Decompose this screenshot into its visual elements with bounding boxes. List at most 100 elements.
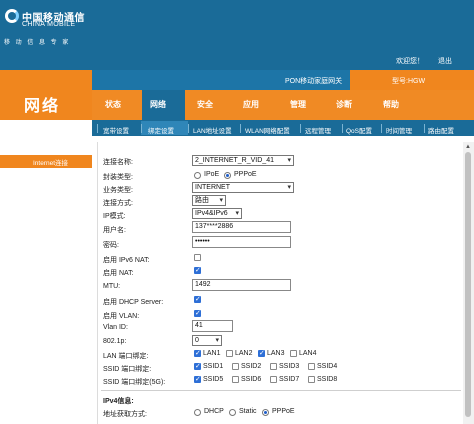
lan4-label: LAN4 <box>299 350 317 357</box>
subnav-separator <box>141 124 142 133</box>
vlan-id-input[interactable]: 41 <box>192 320 233 332</box>
ssid6-checkbox[interactable] <box>232 376 239 383</box>
password-label: 密码: <box>103 242 119 249</box>
ssid5g-binding-label: SSID 端口绑定(5G): <box>103 379 166 386</box>
lan1-checkbox[interactable] <box>194 349 201 357</box>
subnav-qos[interactable]: QoS配置 <box>346 125 372 135</box>
encap-type-label: 封装类型: <box>103 174 133 181</box>
china-mobile-logo-icon <box>5 9 19 23</box>
dhcp-server-label: 启用 DHCP Server: <box>103 299 164 306</box>
connection-name-select[interactable]: 2_INTERNET_R_VID_41 <box>192 155 294 166</box>
gateway-type: PON移动家庭网关 <box>285 78 343 85</box>
addr-pppoe-label: PPPoE <box>272 408 295 415</box>
ipv6-nat-label: 启用 IPv6 NAT: <box>103 257 150 264</box>
lan3-checkbox[interactable] <box>258 349 265 357</box>
lan-binding-label: LAN 端口绑定: <box>103 353 149 360</box>
vlan-label: 启用 VLAN: <box>103 313 140 320</box>
mtu-label: MTU: <box>103 283 121 290</box>
ssid4-checkbox[interactable] <box>308 363 315 370</box>
logout-link[interactable]: 退出 <box>438 56 452 66</box>
addr-dhcp-label: DHCP <box>204 408 224 415</box>
lan1-label: LAN1 <box>203 350 221 357</box>
subnav-separator <box>381 124 382 133</box>
encap-pppoe-radio[interactable] <box>224 172 231 179</box>
dot1p-label: 802.1p: <box>103 338 127 345</box>
username-label: 用户名: <box>103 227 126 234</box>
addr-dhcp-radio[interactable] <box>194 409 201 416</box>
ssid5-checkbox[interactable] <box>194 375 201 383</box>
ssid8-label: SSID8 <box>317 376 338 383</box>
nav-network[interactable]: 网络 <box>150 99 166 110</box>
lan2-checkbox[interactable] <box>226 350 233 357</box>
ssid4-label: SSID4 <box>317 363 338 370</box>
dot1p-select[interactable]: 0 <box>192 335 222 346</box>
ssid3-label: SSID3 <box>279 363 300 370</box>
addr-pppoe-radio[interactable] <box>262 409 269 416</box>
password-input[interactable]: •••••• <box>192 236 291 248</box>
subnav-separator <box>342 124 343 133</box>
ssid2-label: SSID2 <box>241 363 262 370</box>
subnav-separator <box>97 124 98 133</box>
service-type-select[interactable]: INTERNET <box>192 182 294 193</box>
brand-name-en: CHINA MOBILE <box>22 21 76 28</box>
nav-manage[interactable]: 管理 <box>290 99 306 110</box>
addr-mode-label: 地址获取方式: <box>103 411 147 418</box>
lan2-label: LAN2 <box>235 350 253 357</box>
connection-mode-select[interactable]: 路由 <box>192 195 226 206</box>
ssid5-label: SSID5 <box>203 376 224 383</box>
ssid1-label: SSID1 <box>203 363 224 370</box>
service-type-label: 业务类型: <box>103 187 133 194</box>
ssid2-checkbox[interactable] <box>232 363 239 370</box>
vlan-checkbox[interactable] <box>194 309 201 317</box>
connection-mode-label: 连接方式: <box>103 200 133 207</box>
subnav-wlan[interactable]: WLAN网络配置 <box>245 125 290 135</box>
ip-mode-select[interactable]: IPv4&IPv6 <box>192 208 242 219</box>
nav-diagnose[interactable]: 诊断 <box>336 99 352 110</box>
ssid7-checkbox[interactable] <box>270 376 277 383</box>
china-mobile-logo: 中国移动通信 CHINA MOBILE 移 动 信 息 专 家 <box>0 0 92 55</box>
nav-help[interactable]: 帮助 <box>383 99 399 110</box>
subnav-separator <box>240 124 241 133</box>
model-label: 型号:HGW <box>392 78 426 85</box>
scroll-up-icon[interactable]: ▲ <box>465 144 471 150</box>
encap-pppoe-label: PPPoE <box>234 171 257 178</box>
ssid3-checkbox[interactable] <box>270 363 277 370</box>
subnav-route[interactable]: 路由配置 <box>428 125 454 135</box>
nav-status[interactable]: 状态 <box>105 99 121 110</box>
addr-static-radio[interactable] <box>229 409 236 416</box>
subnav-separator <box>300 124 301 133</box>
encap-ipoe-label: IPoE <box>204 171 220 178</box>
lan3-label: LAN3 <box>267 350 285 357</box>
dhcp-server-checkbox[interactable] <box>194 295 201 303</box>
subnav-time[interactable]: 时间管理 <box>386 125 412 135</box>
subnav-separator <box>188 124 189 133</box>
mtu-input[interactable]: 1492 <box>192 279 291 291</box>
nav-apps[interactable]: 应用 <box>243 99 259 110</box>
subnav-binding[interactable]: 绑定设置 <box>148 125 174 135</box>
scrollbar-thumb[interactable] <box>465 152 471 417</box>
section-title: 网络 <box>24 98 61 115</box>
vlan-id-label: Vlan ID: <box>103 324 128 331</box>
addr-static-label: Static <box>239 408 257 415</box>
ssid1-checkbox[interactable] <box>194 362 201 370</box>
ssid8-checkbox[interactable] <box>308 376 315 383</box>
welcome-text: 欢迎您！ <box>396 58 424 65</box>
subnav-separator <box>424 124 425 133</box>
brand-slogan: 移 动 信 息 专 家 <box>4 40 71 46</box>
ssid7-label: SSID7 <box>279 376 300 383</box>
ip-mode-label: IP模式: <box>103 213 126 220</box>
subnav-lan[interactable]: LAN地址设置 <box>193 125 232 135</box>
nat-checkbox[interactable] <box>194 266 201 274</box>
username-input[interactable]: 137****2886 <box>192 221 291 233</box>
encap-ipoe-radio[interactable] <box>194 172 201 179</box>
ssid6-label: SSID6 <box>241 376 262 383</box>
subnav-remote[interactable]: 远程管理 <box>305 125 331 135</box>
ipv6-nat-checkbox[interactable] <box>194 254 201 261</box>
subnav-broadband[interactable]: 宽带设置 <box>103 125 129 135</box>
connection-name-label: 连接名称: <box>103 159 133 166</box>
ipv4-info-title: IPv4信息: <box>103 398 134 405</box>
nav-security[interactable]: 安全 <box>197 99 213 110</box>
ssid-binding-label: SSID 端口绑定: <box>103 366 152 373</box>
lan4-checkbox[interactable] <box>290 350 297 357</box>
section-divider <box>101 390 461 391</box>
